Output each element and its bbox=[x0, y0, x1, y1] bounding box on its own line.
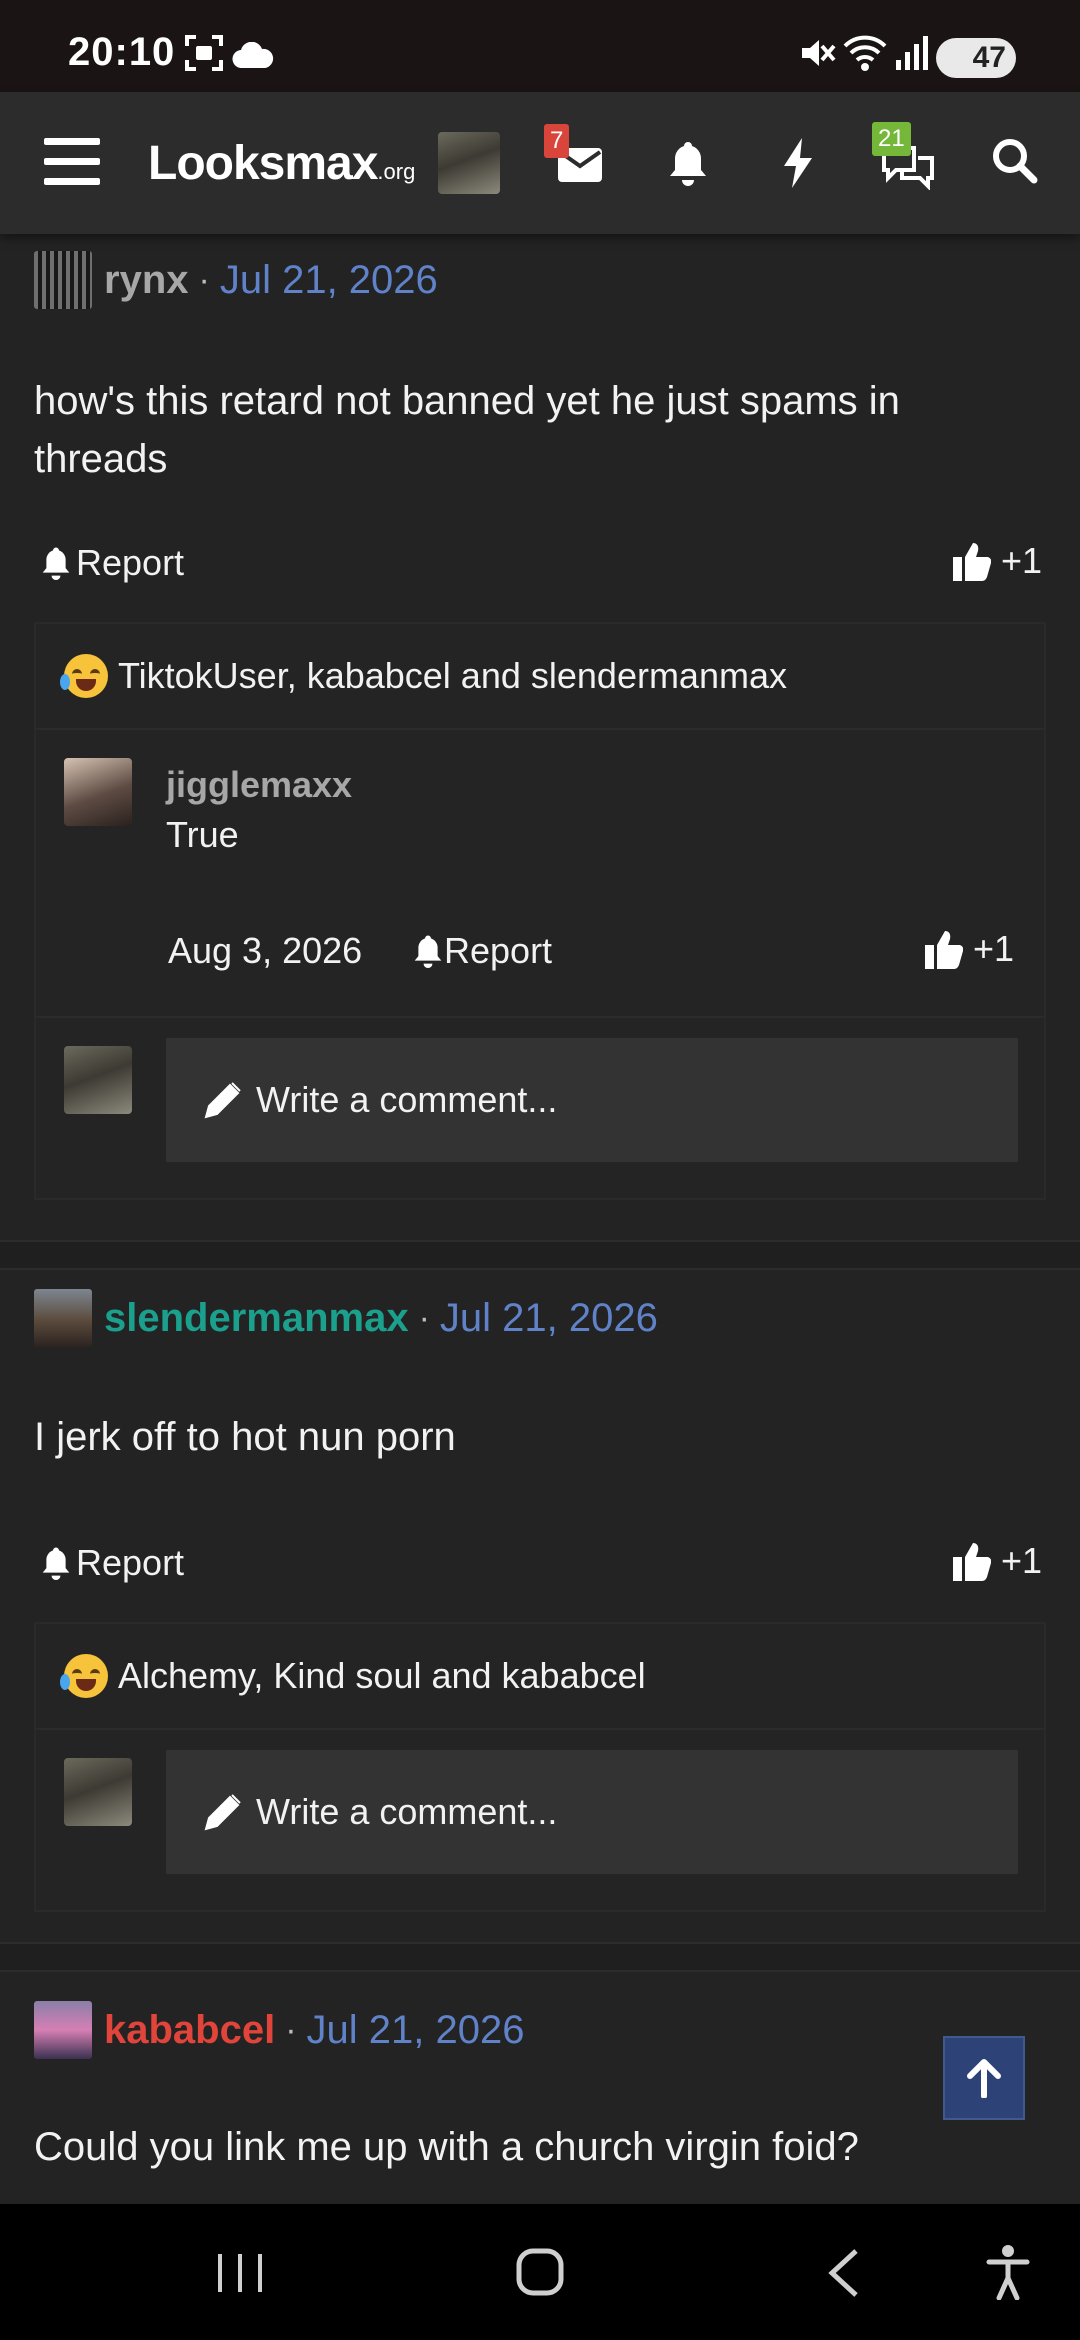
post-author-row: slendermanmax · Jul 21, 2026 bbox=[34, 1288, 658, 1348]
report-label: Report bbox=[76, 542, 185, 583]
post-body: Could you link me up with a church virgi… bbox=[34, 2125, 859, 2169]
pencil-icon bbox=[204, 1794, 241, 1831]
write-comment-placeholder: Write a comment... bbox=[256, 1791, 558, 1832]
status-bar: 20:10 47 bbox=[0, 0, 1080, 92]
reactions-box: TiktokUser, kababcel and slendermanmax j… bbox=[34, 622, 1046, 1200]
comment-report-button[interactable]: Report bbox=[412, 930, 552, 972]
like-button[interactable]: +1 bbox=[952, 540, 1042, 582]
bolt-icon[interactable] bbox=[782, 138, 814, 188]
author-avatar[interactable] bbox=[34, 2001, 92, 2059]
write-comment-row: Write a comment... bbox=[36, 1730, 1044, 1910]
logo-suffix: .org bbox=[377, 159, 416, 184]
cloud-icon bbox=[232, 42, 274, 68]
comment-author-avatar[interactable] bbox=[64, 758, 132, 826]
separator-dot: · bbox=[285, 2010, 297, 2049]
report-label: Report bbox=[76, 1542, 185, 1583]
messages-button[interactable]: 7 bbox=[544, 124, 604, 190]
thumbs-up-icon bbox=[952, 1543, 991, 1581]
post-author[interactable]: slendermanmax bbox=[104, 1296, 409, 1341]
messages-badge: 7 bbox=[544, 124, 570, 158]
site-logo[interactable]: Looksmax.org bbox=[148, 136, 415, 191]
pencil-icon bbox=[204, 1082, 241, 1119]
comment-author[interactable]: jigglemaxx bbox=[166, 764, 352, 806]
write-comment-input[interactable]: Write a comment... bbox=[166, 1750, 1018, 1874]
scroll-to-top-button[interactable] bbox=[943, 2036, 1025, 2120]
conversations-badge: 21 bbox=[872, 122, 911, 156]
reactions-summary[interactable]: TiktokUser, kababcel and slendermanmax bbox=[36, 624, 1044, 730]
conversations-button[interactable]: 21 bbox=[870, 122, 940, 190]
author-avatar[interactable] bbox=[34, 251, 92, 309]
post-author-row: rynx · Jul 21, 2026 bbox=[34, 250, 438, 310]
report-button[interactable]: Report bbox=[40, 1542, 184, 1584]
like-label: +1 bbox=[1000, 1540, 1042, 1581]
post-author-row: kababcel · Jul 21, 2026 bbox=[34, 2000, 525, 2060]
post-date[interactable]: Jul 21, 2026 bbox=[307, 2008, 525, 2053]
like-label: +1 bbox=[1000, 540, 1042, 581]
report-bell-icon bbox=[42, 1547, 70, 1580]
post-body: how's this retard not banned yet he just… bbox=[34, 379, 900, 481]
post-actions: Report +1 bbox=[34, 1534, 1044, 1590]
comment-like-label: +1 bbox=[972, 928, 1014, 969]
post-actions: Report +1 bbox=[34, 534, 1044, 590]
accessibility-icon[interactable] bbox=[986, 2244, 1030, 2300]
bell-icon[interactable] bbox=[668, 140, 708, 186]
signal-icon bbox=[896, 36, 928, 70]
comment-text: True bbox=[166, 814, 239, 855]
crying-laughing-emoji-icon bbox=[60, 654, 108, 698]
reactions-text: TiktokUser, kababcel and slendermanmax bbox=[118, 655, 787, 696]
crying-laughing-emoji-icon bbox=[60, 1654, 108, 1698]
post-divider bbox=[0, 1942, 1080, 1972]
reactions-text: Alchemy, Kind soul and kababcel bbox=[118, 1655, 646, 1696]
menu-icon[interactable] bbox=[44, 138, 100, 186]
thumbs-up-icon bbox=[924, 931, 963, 969]
separator-dot: · bbox=[418, 1298, 430, 1337]
recents-icon[interactable] bbox=[216, 2252, 264, 2294]
reactions-box: Alchemy, Kind soul and kababcel Write a … bbox=[34, 1622, 1046, 1912]
screenshot-icon bbox=[185, 35, 223, 71]
post-author[interactable]: rynx bbox=[104, 258, 189, 303]
reactions-summary[interactable]: Alchemy, Kind soul and kababcel bbox=[36, 1624, 1044, 1730]
post: rynx · Jul 21, 2026 how's this retard no… bbox=[0, 234, 1080, 1234]
report-bell-icon bbox=[42, 547, 70, 580]
search-icon[interactable] bbox=[992, 138, 1038, 184]
comment-date[interactable]: Aug 3, 2026 bbox=[168, 930, 362, 972]
home-icon[interactable] bbox=[516, 2248, 564, 2296]
wifi-icon bbox=[843, 35, 887, 71]
post-date[interactable]: Jul 21, 2026 bbox=[220, 258, 438, 303]
comment-report-label: Report bbox=[444, 930, 553, 971]
user-avatar[interactable] bbox=[438, 132, 500, 194]
report-bell-icon bbox=[414, 935, 442, 968]
mute-icon bbox=[802, 40, 836, 66]
arrow-up-icon bbox=[967, 2059, 1001, 2098]
thumbs-up-icon bbox=[952, 543, 991, 581]
battery-indicator: 47 bbox=[936, 38, 1016, 78]
system-nav-bar bbox=[0, 2204, 1080, 2340]
like-button[interactable]: +1 bbox=[952, 1540, 1042, 1582]
post-body: I jerk off to hot nun porn bbox=[34, 1415, 456, 1459]
current-user-avatar bbox=[64, 1758, 132, 1826]
app-header: Looksmax.org 7 21 bbox=[0, 92, 1080, 234]
back-icon[interactable] bbox=[826, 2248, 860, 2298]
report-button[interactable]: Report bbox=[40, 542, 184, 584]
current-user-avatar bbox=[64, 1046, 132, 1114]
write-comment-placeholder: Write a comment... bbox=[256, 1079, 558, 1120]
write-comment-row: Write a comment... bbox=[36, 1018, 1044, 1198]
author-avatar[interactable] bbox=[34, 1289, 92, 1347]
post-divider bbox=[0, 1240, 1080, 1270]
post-author[interactable]: kababcel bbox=[104, 2008, 275, 2053]
profile-comment: jigglemaxx True Aug 3, 2026 Report +1 bbox=[36, 730, 1044, 1018]
thread-content: rynx · Jul 21, 2026 how's this retard no… bbox=[0, 234, 1080, 2204]
comment-like-button[interactable]: +1 bbox=[924, 928, 1014, 970]
write-comment-input[interactable]: Write a comment... bbox=[166, 1038, 1018, 1162]
status-time: 20:10 bbox=[68, 30, 176, 74]
post: kababcel · Jul 21, 2026 Could you link m… bbox=[0, 1988, 1080, 2204]
separator-dot: · bbox=[198, 260, 210, 299]
post-date[interactable]: Jul 21, 2026 bbox=[440, 1296, 658, 1341]
logo-main: Looksmax bbox=[148, 137, 378, 190]
